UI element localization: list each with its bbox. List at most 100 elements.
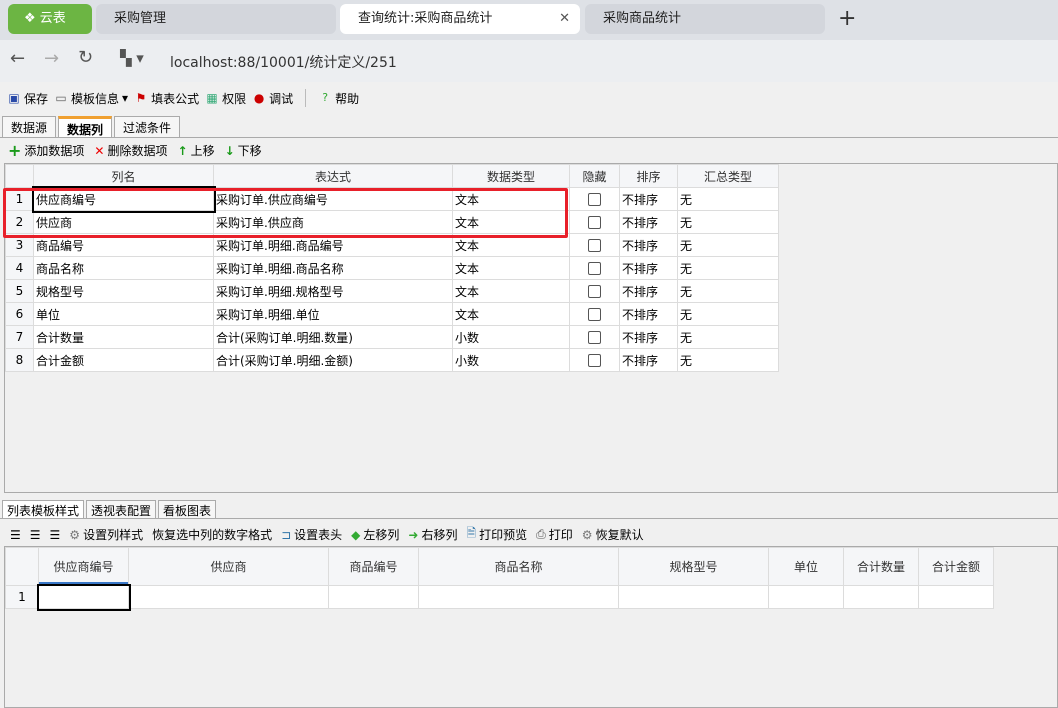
reload-icon[interactable]: ↻ [78,47,93,68]
cell-agg[interactable]: 无 [677,325,779,349]
cell-expression[interactable]: 采购订单.明细.单位 [213,302,453,326]
cell-type[interactable]: 小数 [452,325,570,349]
cell-hidden[interactable] [569,187,620,211]
cell-agg[interactable]: 无 [677,256,779,280]
cell-type[interactable]: 文本 [452,256,570,280]
cell-name[interactable]: 商品名称 [33,256,214,280]
set-column-style-button[interactable]: ⚙ 设置列样式 [69,526,143,543]
cell-sort[interactable]: 不排序 [619,325,678,349]
app-logo-tab[interactable]: ❖ 云表 [8,4,92,34]
tab-purchase-mgmt[interactable]: 采购管理 [96,4,336,34]
preview-col-header[interactable]: 商品编号 [328,547,419,586]
save-button[interactable]: ▣ 保存 [7,90,48,107]
tab-data-columns[interactable]: 数据列 [58,116,113,138]
col-header-type[interactable]: 数据类型 [452,164,570,188]
cell-hidden[interactable] [569,256,620,280]
preview-cell[interactable] [618,585,769,609]
cell-agg[interactable]: 无 [677,233,779,257]
move-right-button[interactable]: ➜ 右移列 [408,526,457,543]
tab-purchase-stats[interactable]: 采购商品统计 [585,4,825,34]
hidden-checkbox[interactable] [588,331,601,344]
restore-default-button[interactable]: ⚙ 恢复默认 [582,526,644,543]
cell-agg[interactable]: 无 [677,187,779,211]
cell-expression[interactable]: 采购订单.明细.规格型号 [213,279,453,303]
cell-agg[interactable]: 无 [677,279,779,303]
cell-sort[interactable]: 不排序 [619,210,678,234]
url-field[interactable]: localhost:88/10001/统计定义/251 [170,52,397,72]
col-header-sort[interactable]: 排序 [619,164,678,188]
preview-cell[interactable] [128,585,329,609]
cell-type[interactable]: 文本 [452,302,570,326]
cell-agg[interactable]: 无 [677,348,779,372]
preview-col-header[interactable]: 供应商编号 [38,547,129,586]
col-header-hidden[interactable]: 隐藏 [569,164,620,188]
preview-col-header[interactable]: 供应商 [128,547,329,586]
move-down-button[interactable]: ↓ 下移 [225,141,262,160]
cell-hidden[interactable] [569,325,620,349]
preview-cell[interactable] [843,585,919,609]
cell-agg[interactable]: 无 [677,302,779,326]
cell-hidden[interactable] [569,233,620,257]
table-row[interactable]: 5 规格型号 采购订单.明细.规格型号 文本 不排序无 [5,279,779,303]
cell-sort[interactable]: 不排序 [619,187,678,211]
hidden-checkbox[interactable] [588,193,601,206]
table-row[interactable]: 8 合计金额 合计(采购订单.明细.金额) 小数 不排序无 [5,348,779,372]
cell-hidden[interactable] [569,302,620,326]
debug-button[interactable]: ● 调试 [252,90,293,107]
cell-hidden[interactable] [569,210,620,234]
cell-expression[interactable]: 采购订单.明细.商品名称 [213,256,453,280]
table-row[interactable]: 6 单位 采购订单.明细.单位 文本 不排序无 [5,302,779,326]
fill-formula-button[interactable]: ⚑ 填表公式 [134,90,199,107]
tab-datasource[interactable]: 数据源 [2,116,57,138]
hidden-checkbox[interactable] [588,354,601,367]
cell-expression[interactable]: 合计(采购订单.明细.金额) [213,348,453,372]
cell-sort[interactable]: 不排序 [619,256,678,280]
col-header-expr[interactable]: 表达式 [213,164,453,188]
set-header-button[interactable]: ⊐ 设置表头 [281,526,342,543]
hidden-checkbox[interactable] [588,216,601,229]
delete-item-button[interactable]: ✕ 删除数据项 [94,141,167,160]
preview-cell[interactable] [418,585,619,609]
tab-filter[interactable]: 过滤条件 [114,116,181,138]
cell-name[interactable]: 单位 [33,302,214,326]
preview-cell[interactable] [918,585,994,609]
tab-dashboard[interactable]: 看板图表 [158,500,217,519]
cell-name[interactable]: 规格型号 [33,279,214,303]
cell-type[interactable]: 小数 [452,348,570,372]
align-right-icon[interactable]: ☰ [50,528,61,542]
tab-list-template[interactable]: 列表模板样式 [2,500,85,519]
tab-pivot[interactable]: 透视表配置 [86,500,157,519]
restore-number-format-button[interactable]: 恢复选中列的数字格式 [152,526,272,543]
preview-col-header[interactable]: 商品名称 [418,547,619,586]
cell-name[interactable]: 合计金额 [33,348,214,372]
forward-icon[interactable]: → [44,48,59,69]
close-icon[interactable]: ✕ [559,4,570,34]
cell-sort[interactable]: 不排序 [619,302,678,326]
table-row[interactable]: 7 合计数量 合计(采购订单.明细.数量) 小数 不排序无 [5,325,779,349]
add-item-button[interactable]: + 添加数据项 [8,141,84,160]
back-icon[interactable]: ← [10,48,25,69]
help-button[interactable]: ? 帮助 [318,90,359,107]
cell-sort[interactable]: 不排序 [619,233,678,257]
cell-name[interactable]: 合计数量 [33,325,214,349]
cell-type[interactable]: 文本 [452,279,570,303]
cell-agg[interactable]: 无 [677,210,779,234]
preview-col-header[interactable]: 合计金额 [918,547,994,586]
cell-expression[interactable]: 合计(采购订单.明细.数量) [213,325,453,349]
cell-hidden[interactable] [569,348,620,372]
preview-cell[interactable] [768,585,844,609]
cell-sort[interactable]: 不排序 [619,348,678,372]
apps-icon[interactable]: ▚ ▾ [120,49,144,67]
preview-cell[interactable] [328,585,419,609]
permission-button[interactable]: ▦ 权限 [205,90,246,107]
col-header-name[interactable]: 列名 [33,164,214,188]
hidden-checkbox[interactable] [588,262,601,275]
hidden-checkbox[interactable] [588,308,601,321]
hidden-checkbox[interactable] [588,285,601,298]
move-up-button[interactable]: ↑ 上移 [178,141,215,160]
move-left-button[interactable]: ◆ 左移列 [351,526,399,543]
preview-cell[interactable] [36,583,131,611]
cell-hidden[interactable] [569,279,620,303]
col-header-agg[interactable]: 汇总类型 [677,164,779,188]
print-button[interactable]: ⎙ 打印 [536,526,573,543]
